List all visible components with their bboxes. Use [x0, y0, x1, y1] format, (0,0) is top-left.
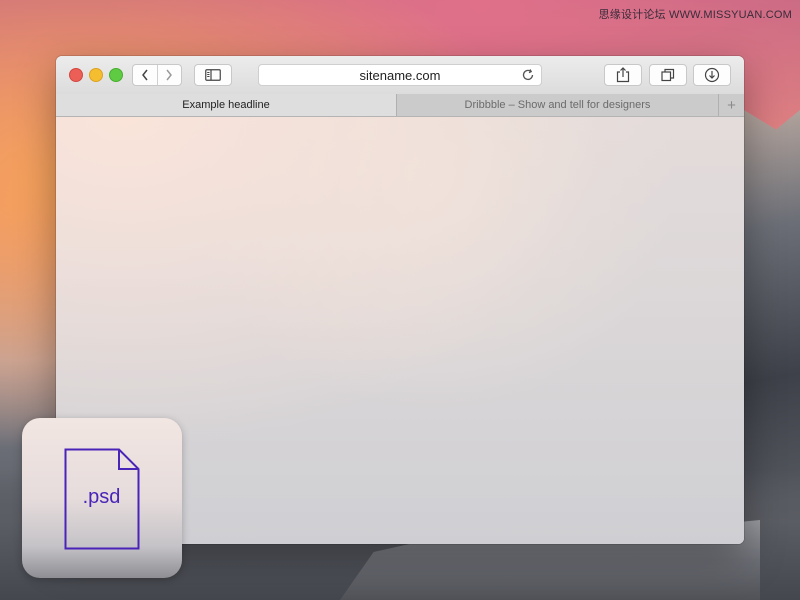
sidebar-button[interactable]	[194, 64, 232, 86]
share-button[interactable]	[604, 64, 642, 86]
tabs-overview-button[interactable]	[649, 64, 687, 86]
address-text: sitename.com	[359, 67, 441, 83]
watermark: 思缘设计论坛 WWW.MISSYUAN.COM	[598, 9, 792, 21]
psd-label: .psd	[82, 486, 121, 508]
sidebar-icon	[205, 69, 221, 81]
tab-bar: Example headline Dribbble – Show and tel…	[56, 94, 744, 117]
download-icon	[704, 67, 720, 83]
tab-dribbble[interactable]: Dribbble – Show and tell for designers	[397, 94, 719, 116]
reload-icon[interactable]	[521, 68, 535, 82]
chevron-right-icon	[166, 69, 173, 81]
chevron-left-icon	[141, 69, 148, 81]
address-bar[interactable]: sitename.com	[258, 64, 542, 86]
psd-file-badge: .psd	[22, 418, 182, 578]
tabs-overview-icon	[661, 68, 675, 82]
downloads-button[interactable]	[693, 64, 731, 86]
share-icon	[616, 67, 630, 83]
browser-toolbar: sitename.com	[56, 56, 744, 95]
plus-icon: +	[727, 96, 736, 114]
navigation-buttons	[132, 64, 182, 86]
new-tab-button[interactable]: +	[719, 94, 744, 116]
back-button[interactable]	[133, 65, 157, 85]
forward-button[interactable]	[156, 65, 182, 85]
maximize-traffic-icon[interactable]	[109, 68, 123, 82]
tab-label: Example headline	[182, 99, 270, 111]
close-traffic-icon[interactable]	[69, 68, 83, 82]
tab-label: Dribbble – Show and tell for designers	[464, 99, 651, 111]
tab-example-headline[interactable]: Example headline	[56, 94, 397, 116]
minimize-traffic-icon[interactable]	[89, 68, 103, 82]
